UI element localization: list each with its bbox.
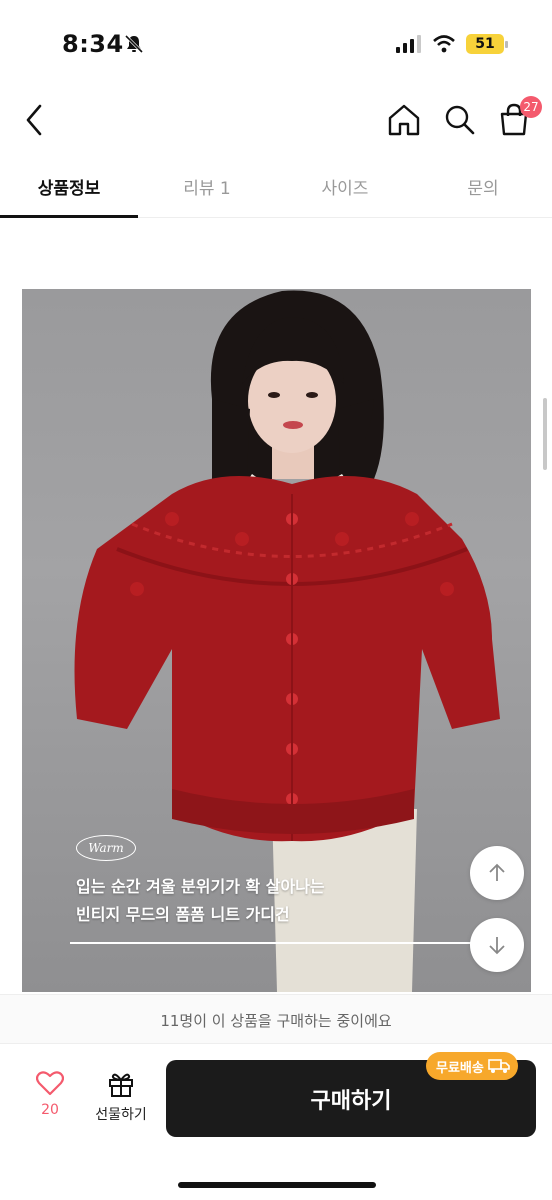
gift-label: 선물하기 <box>95 1107 147 1123</box>
product-caption: 입는 순간 겨울 분위기가 확 살아나는 빈티지 무드의 폼폼 니트 가디건 <box>76 873 325 929</box>
caption-line-1: 입는 순간 겨울 분위기가 확 살아나는 <box>76 877 325 896</box>
product-photo: Warm 입는 순간 겨울 분위기가 확 살아나는 빈티지 무드의 폼폼 니트 … <box>22 289 531 992</box>
tab-reviews[interactable]: 리뷰 1 <box>138 160 276 217</box>
home-icon[interactable] <box>384 100 424 140</box>
status-indicators: 51 <box>396 34 508 54</box>
heart-icon <box>35 1071 65 1096</box>
status-time: 8:34 <box>62 30 124 58</box>
warm-badge: Warm <box>76 835 136 861</box>
scrollbar[interactable] <box>543 398 547 470</box>
like-count: 20 <box>41 1102 59 1118</box>
gift-icon <box>109 1073 133 1097</box>
tab-product-info[interactable]: 상품정보 <box>0 160 138 218</box>
signal-icon <box>396 35 421 53</box>
bell-slash-icon <box>124 34 144 54</box>
status-bar: 8:34 51 <box>0 0 552 90</box>
search-icon[interactable] <box>440 100 480 140</box>
caption-divider <box>70 942 472 944</box>
tab-size[interactable]: 사이즈 <box>276 160 414 217</box>
cart-count-badge: 27 <box>520 96 542 118</box>
tab-inquiry[interactable]: 문의 <box>414 160 552 217</box>
scroll-down-button[interactable] <box>470 918 524 972</box>
battery-level: 51 <box>475 36 495 52</box>
wifi-icon <box>433 35 455 53</box>
caption-line-2: 빈티지 무드의 폼폼 니트 가디건 <box>76 905 290 924</box>
like-button[interactable]: 20 <box>26 1070 74 1130</box>
arrow-up-icon <box>489 863 505 881</box>
back-chevron-icon[interactable] <box>18 100 54 140</box>
app-header <box>0 90 552 150</box>
scroll-up-button[interactable] <box>470 846 524 900</box>
truck-icon <box>488 1059 510 1073</box>
buying-notice: 11명이 이 상품을 구매하는 중이에요 <box>0 994 552 1044</box>
free-shipping-label: 무료배송 <box>436 1060 484 1076</box>
arrow-down-icon <box>489 937 505 955</box>
gift-button[interactable]: 선물하기 <box>88 1070 154 1130</box>
battery-icon: 51 <box>466 34 508 54</box>
free-shipping-badge: 무료배송 <box>426 1052 518 1080</box>
product-tabs: 상품정보 리뷰 1 사이즈 문의 <box>0 160 552 218</box>
home-indicator[interactable] <box>178 1182 376 1188</box>
